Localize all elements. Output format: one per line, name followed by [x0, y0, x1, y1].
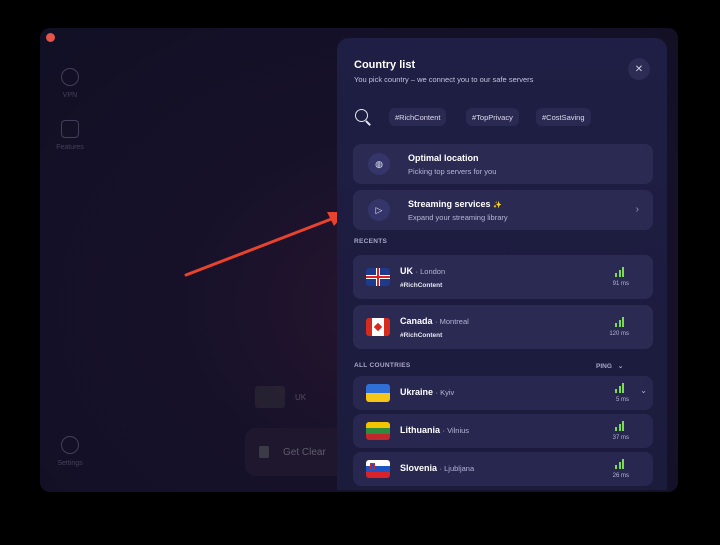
- close-panel-button[interactable]: ✕: [628, 58, 650, 80]
- signal-icon: [615, 383, 627, 393]
- ping-value: 5 ms: [615, 397, 629, 403]
- country-row-ukraine[interactable]: Ukraine · Kyiv 5 ms ⌄: [353, 376, 653, 410]
- chevron-right-icon: ›: [635, 204, 639, 215]
- ping-value: 120 ms: [609, 331, 629, 337]
- country-row-lithuania[interactable]: Lithuania · Vilnius 37 ms: [353, 414, 653, 448]
- signal-icon: [615, 317, 627, 327]
- country-tag: #RichContent: [400, 282, 443, 289]
- uk-flag-icon: [366, 268, 390, 286]
- country-row-slovenia[interactable]: Slovenia · Ljubljana 26 ms: [353, 452, 653, 486]
- panel-title: Country list: [354, 59, 416, 71]
- tag-costsaving[interactable]: #CostSaving: [536, 108, 591, 126]
- optimal-location-row[interactable]: ◍ Optimal location Picking top servers f…: [353, 144, 653, 184]
- country-row-uk[interactable]: UK · London #RichContent 91 ms: [353, 255, 653, 299]
- ping-value: 91 ms: [612, 281, 629, 287]
- close-icon: ✕: [634, 63, 644, 75]
- recents-label: RECENTS: [354, 238, 388, 245]
- canada-flag-icon: [366, 318, 390, 336]
- streaming-services-row[interactable]: ▷ Streaming services ✨ Expand your strea…: [353, 190, 653, 230]
- tag-richcontent[interactable]: #RichContent: [389, 108, 447, 126]
- all-countries-label: ALL COUNTRIES: [354, 362, 411, 369]
- ping-value: 26 ms: [612, 473, 629, 479]
- signal-icon: [615, 459, 627, 469]
- country-list-panel: Country list You pick country – we conne…: [337, 38, 667, 490]
- ping-sort-button[interactable]: PING ⌄: [596, 362, 623, 370]
- lithuania-flag-icon: [366, 422, 390, 440]
- country-tag: #RichContent: [400, 332, 443, 339]
- search-icon[interactable]: [355, 109, 368, 122]
- sparkle-icon: ✨: [493, 202, 502, 209]
- signal-icon: [615, 267, 627, 277]
- slovenia-flag-icon: [366, 460, 390, 478]
- tag-topprivacy[interactable]: #TopPrivacy: [466, 108, 519, 126]
- chevron-down-icon[interactable]: ⌄: [640, 386, 647, 395]
- play-icon: ▷: [368, 199, 390, 221]
- globe-icon: ◍: [368, 153, 390, 175]
- country-row-canada[interactable]: Canada · Montreal #RichContent 120 ms: [353, 305, 653, 349]
- chevron-down-icon: ⌄: [617, 363, 624, 370]
- signal-icon: [615, 421, 627, 431]
- panel-subtitle: You pick country – we connect you to our…: [354, 75, 534, 84]
- ukraine-flag-icon: [366, 384, 390, 402]
- ping-value: 37 ms: [612, 435, 629, 441]
